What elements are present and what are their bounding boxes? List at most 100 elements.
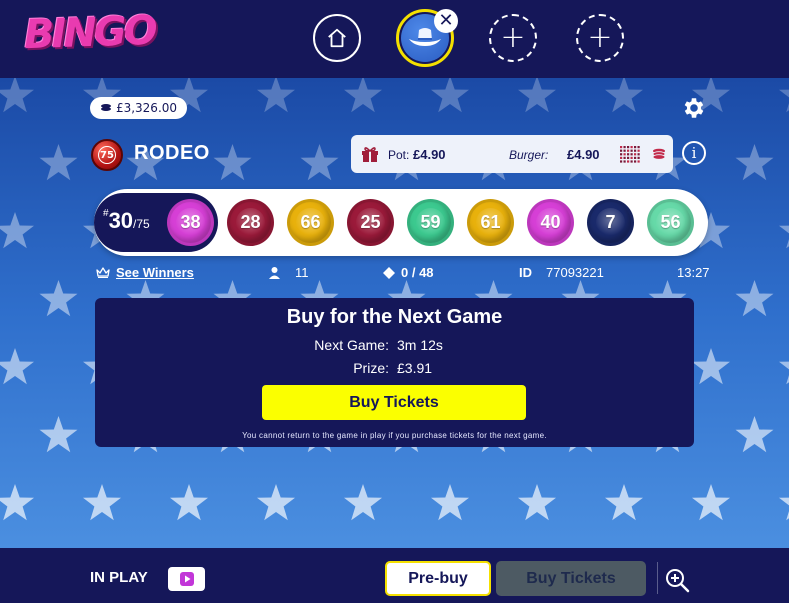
- star-shape: [735, 416, 774, 453]
- play-icon: [179, 572, 194, 586]
- prebuy-tab[interactable]: Pre-buy: [385, 561, 491, 596]
- room-ball-number: 75: [98, 146, 116, 164]
- pot-label: Pot:: [388, 148, 410, 162]
- in-play-label: IN PLAY: [90, 569, 148, 586]
- called-ball: 38: [167, 199, 214, 246]
- gift-icon: [362, 147, 378, 162]
- grid-dot: [634, 146, 637, 149]
- plus-icon: +: [500, 20, 526, 55]
- grid-dot: [627, 149, 630, 152]
- grid-dot: [627, 153, 630, 156]
- tickets-value: 0 / 48: [401, 265, 434, 280]
- gear-icon[interactable]: [681, 95, 707, 121]
- bingo-card-icon: [620, 146, 640, 163]
- grid-dot: [620, 160, 623, 163]
- grid-dot: [620, 149, 623, 152]
- add-room-button-2[interactable]: +: [576, 14, 624, 62]
- star-shape: [257, 78, 295, 113]
- star-shape: [605, 484, 643, 521]
- see-winners-link[interactable]: See Winners: [96, 265, 194, 280]
- burger-value: £4.90: [567, 147, 600, 162]
- footer-divider: [657, 562, 658, 594]
- called-ball-number: 7: [605, 212, 616, 232]
- grid-dot: [630, 149, 633, 152]
- star-shape: [431, 78, 469, 113]
- bingo-logo[interactable]: BINGO: [23, 8, 155, 59]
- prize-row: Prize: £3.91: [269, 360, 432, 376]
- star-shape: [213, 144, 252, 181]
- room-title: RODEO: [134, 142, 210, 164]
- star-shape: [344, 484, 382, 521]
- clock-value: 13:27: [677, 265, 710, 280]
- grid-dot: [627, 146, 630, 149]
- players-value: 11: [295, 265, 309, 280]
- grid-dot: [630, 153, 633, 156]
- close-room-button[interactable]: ✕: [434, 9, 458, 33]
- grid-dot: [620, 156, 623, 159]
- game-id: ID 77093221: [519, 265, 604, 280]
- grid-dot: [623, 156, 626, 159]
- called-ball: 7: [587, 199, 634, 246]
- star-shape: [300, 144, 339, 181]
- star-shape: [779, 497, 789, 521]
- called-ball: 66: [287, 199, 334, 246]
- ball-count: #30/75: [103, 208, 150, 234]
- called-ball-number: 61: [480, 212, 501, 232]
- next-game-value: 3m 12s: [397, 337, 443, 353]
- grid-dot: [627, 160, 630, 163]
- star-shape: [0, 78, 34, 113]
- star-shape: [605, 78, 643, 113]
- ball-count-number: 30: [108, 208, 134, 233]
- grid-dot: [637, 153, 640, 156]
- grid-dot: [630, 146, 633, 149]
- grid-dot: [634, 156, 637, 159]
- star-shape: [39, 144, 78, 181]
- game-id-value: 77093221: [546, 265, 604, 280]
- players-count: 11: [268, 265, 309, 280]
- see-winners-text: See Winners: [116, 265, 194, 280]
- coins-icon: [100, 104, 111, 111]
- pot-panel: Pot: £4.90 Burger: £4.90: [351, 135, 673, 173]
- game-id-label: ID: [519, 265, 532, 280]
- room-ball-icon: 75: [91, 139, 123, 171]
- grid-dot: [634, 149, 637, 152]
- called-ball-number: 25: [360, 212, 381, 232]
- star-shape: [0, 484, 34, 521]
- star-shape: [692, 348, 730, 385]
- grid-dot: [627, 156, 630, 159]
- star-shape: [735, 144, 774, 181]
- burger-label: Burger:: [509, 148, 549, 162]
- tickets-count: 0 / 48: [383, 265, 434, 280]
- called-ball-number: 38: [180, 212, 201, 232]
- star-shape: [518, 484, 556, 521]
- called-ball: 61: [467, 199, 514, 246]
- next-game-label: Next Game:: [314, 337, 389, 353]
- prize-value: £3.91: [397, 360, 433, 376]
- in-play-toggle[interactable]: [168, 567, 205, 591]
- grid-dot: [637, 146, 640, 149]
- star-shape: [779, 361, 789, 385]
- called-ball-number: 40: [540, 212, 561, 232]
- star-shape: [0, 212, 34, 249]
- star-shape: [39, 416, 78, 453]
- purchase-warning-note: You cannot return to the game in play if…: [242, 431, 547, 440]
- crown-icon: [96, 267, 110, 278]
- called-ball: 56: [647, 199, 694, 246]
- grid-dot: [634, 160, 637, 163]
- buy-tickets-next-game-button[interactable]: Buy Tickets: [262, 385, 526, 420]
- grid-dot: [630, 160, 633, 163]
- star-shape: [39, 280, 78, 317]
- zoom-in-icon[interactable]: [664, 567, 690, 593]
- add-room-button-1[interactable]: +: [489, 14, 537, 62]
- info-button[interactable]: i: [682, 141, 706, 165]
- grid-dot: [623, 149, 626, 152]
- home-button[interactable]: [313, 14, 361, 62]
- star-shape: [779, 89, 789, 113]
- buy-tickets-tab[interactable]: Buy Tickets: [496, 561, 646, 596]
- grid-dot: [623, 153, 626, 156]
- called-ball: 25: [347, 199, 394, 246]
- star-shape: [0, 348, 34, 385]
- called-ball: 59: [407, 199, 454, 246]
- game-clock: 13:27: [677, 265, 710, 280]
- balance-badge[interactable]: £3,326.00: [90, 97, 187, 119]
